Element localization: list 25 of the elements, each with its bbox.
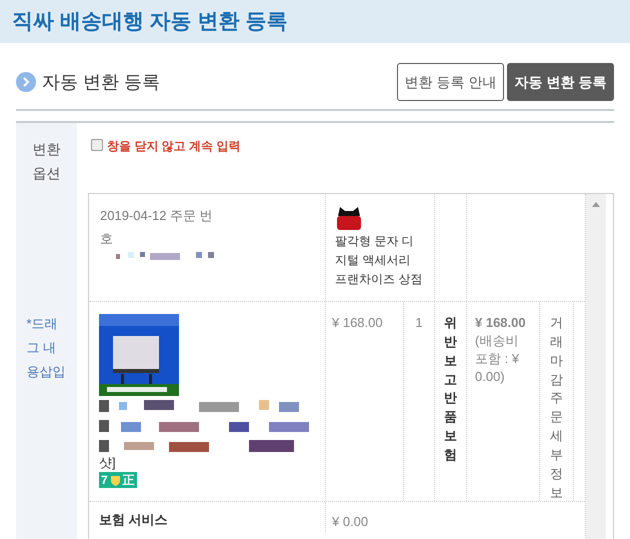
price: ¥ 168.00	[332, 315, 383, 330]
product-name-text: 샷]	[99, 454, 116, 472]
checkbox[interactable]	[91, 139, 103, 151]
price: ¥ 0.00	[332, 514, 368, 529]
page-title: 직싸 배송대행 자동 변환 등록	[12, 8, 288, 35]
quantity: 1	[415, 315, 423, 330]
header-button[interactable]: 변환 등록 안내	[397, 63, 504, 101]
option-label: 변환 옵션	[32, 140, 62, 183]
cat-badge-icon	[335, 204, 363, 232]
chevron-circle-icon	[16, 72, 36, 92]
scroll-up-icon[interactable]	[592, 202, 600, 207]
order-info: 2019-04-12 주문 번호	[100, 207, 214, 248]
shipping-note: (배송비 포함 : ¥ 0.00)	[475, 332, 520, 386]
header-button[interactable]: 자동 변환 등록	[507, 63, 614, 101]
badge: 7 正	[99, 472, 137, 488]
checkbox-label: 창을 닫지 않고 계속 입력	[107, 138, 240, 155]
section-title: 자동 변환 등록	[42, 70, 160, 94]
total-price: ¥ 168.00	[475, 314, 527, 332]
shield-icon	[110, 474, 121, 486]
scrollbar[interactable]	[586, 194, 606, 539]
shop-name: 팔각형 문자 디지털 액세서리 프랜차이즈 상점	[335, 233, 424, 288]
drag-label: *드래그 내용삽입	[26, 315, 66, 381]
detail-link[interactable]: 거래마감주문세부정보	[550, 314, 563, 501]
service-label: 위반보고반품보험	[444, 314, 457, 464]
insurance-label: 보험 서비스	[99, 512, 168, 527]
